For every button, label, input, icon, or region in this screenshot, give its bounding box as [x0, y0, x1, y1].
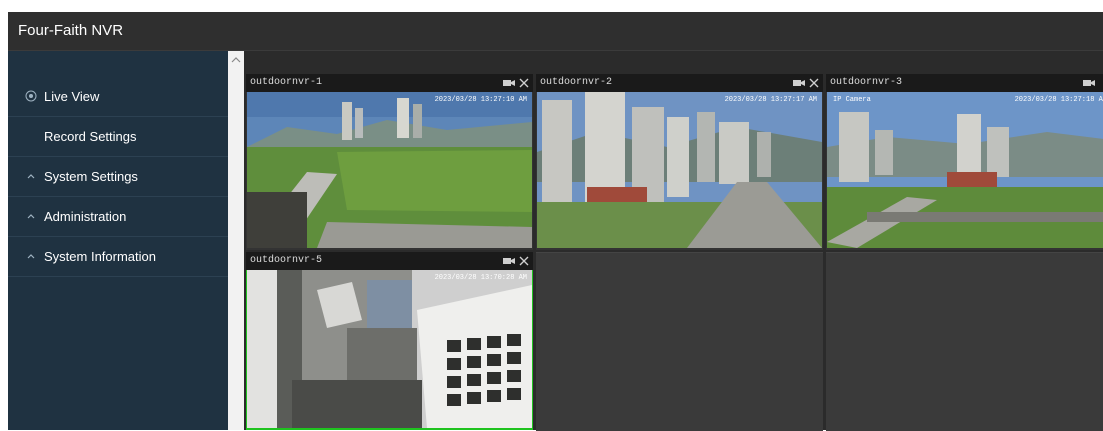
scroll-up-arrow-icon[interactable] — [230, 55, 242, 65]
close-icon[interactable] — [519, 256, 529, 266]
camera-titlebar: outdoornvr-5 — [246, 252, 533, 270]
camera-snapshot-icon[interactable] — [793, 79, 805, 87]
close-icon[interactable] — [809, 78, 819, 88]
sidebar-scrollbar[interactable] — [228, 51, 244, 430]
video-timestamp: 2023/03/28 13:70:28 AM — [435, 274, 527, 282]
sidebar-item-live-view[interactable]: Live View — [8, 77, 228, 117]
sidebar-item-label: Record Settings — [44, 129, 137, 144]
video-timestamp: 2023/03/28 13:27:10 AM — [435, 96, 527, 104]
chevron-up-icon — [27, 214, 35, 219]
video-feed: 2023/03/28 13:27:17 AM — [537, 92, 822, 248]
sidebar-item-system-information[interactable]: System Information — [8, 237, 228, 277]
chevron-up-icon — [27, 174, 35, 179]
camera-titlebar: outdoornvr-3 — [826, 74, 1103, 92]
radio-circle-icon — [25, 90, 37, 102]
app-title: Four-Faith NVR — [18, 22, 124, 39]
camera-name: outdoornvr-3 — [830, 77, 903, 88]
sidebar-item-label: System Information — [44, 249, 156, 264]
sidebar-item-label: System Settings — [44, 169, 138, 184]
video-feed: 2023/03/28 13:70:28 AM — [247, 270, 532, 428]
live-view-grid: outdoornvr-1 2023/03/28 13:27:10 AM outd… — [244, 51, 1103, 431]
close-icon[interactable] — [519, 78, 529, 88]
video-timestamp: 2023/03/28 13:27:17 AM — [725, 96, 817, 104]
camera-tile[interactable]: outdoornvr-1 2023/03/28 13:27:10 AM — [246, 74, 533, 250]
camera-name: outdoornvr-5 — [250, 255, 323, 266]
camera-titlebar: outdoornvr-1 — [246, 74, 533, 92]
empty-camera-slot[interactable] — [536, 252, 823, 431]
chevron-up-icon — [27, 254, 35, 259]
camera-name: outdoornvr-1 — [250, 77, 323, 88]
sidebar-item-administration[interactable]: Administration — [8, 197, 228, 237]
camera-tile[interactable]: outdoornvr-2 2023/03/28 13:27:17 AM — [536, 74, 823, 250]
sidebar-item-system-settings[interactable]: System Settings — [8, 157, 228, 197]
camera-snapshot-icon[interactable] — [503, 79, 515, 87]
sidebar-item-label: Live View — [44, 89, 100, 104]
sidebar-item-label: Administration — [44, 209, 127, 224]
camera-snapshot-icon[interactable] — [503, 257, 515, 265]
title-bar: Four-Faith NVR — [8, 12, 1103, 51]
video-feed: IP Camera 2023/03/28 13:27:18 AM — [827, 92, 1103, 248]
nvr-app: Four-Faith NVR Live View Record Settings… — [8, 12, 1103, 431]
camera-tile[interactable]: outdoornvr-3 IP Camera 2023/03/28 13:27:… — [826, 74, 1103, 250]
video-timestamp: 2023/03/28 13:27:18 AM — [1015, 96, 1103, 104]
camera-snapshot-icon[interactable] — [1083, 79, 1095, 87]
video-overlay-label: IP Camera — [833, 96, 871, 104]
sidebar: Live View Record Settings System Setting… — [8, 51, 228, 430]
camera-titlebar: outdoornvr-2 — [536, 74, 823, 92]
video-feed: 2023/03/28 13:27:10 AM — [247, 92, 532, 248]
camera-tile-selected[interactable]: outdoornvr-5 2023/03/28 13:70:28 AM — [246, 252, 533, 430]
camera-name: outdoornvr-2 — [540, 77, 613, 88]
sidebar-item-record-settings[interactable]: Record Settings — [8, 117, 228, 157]
empty-camera-slot[interactable] — [826, 252, 1103, 431]
